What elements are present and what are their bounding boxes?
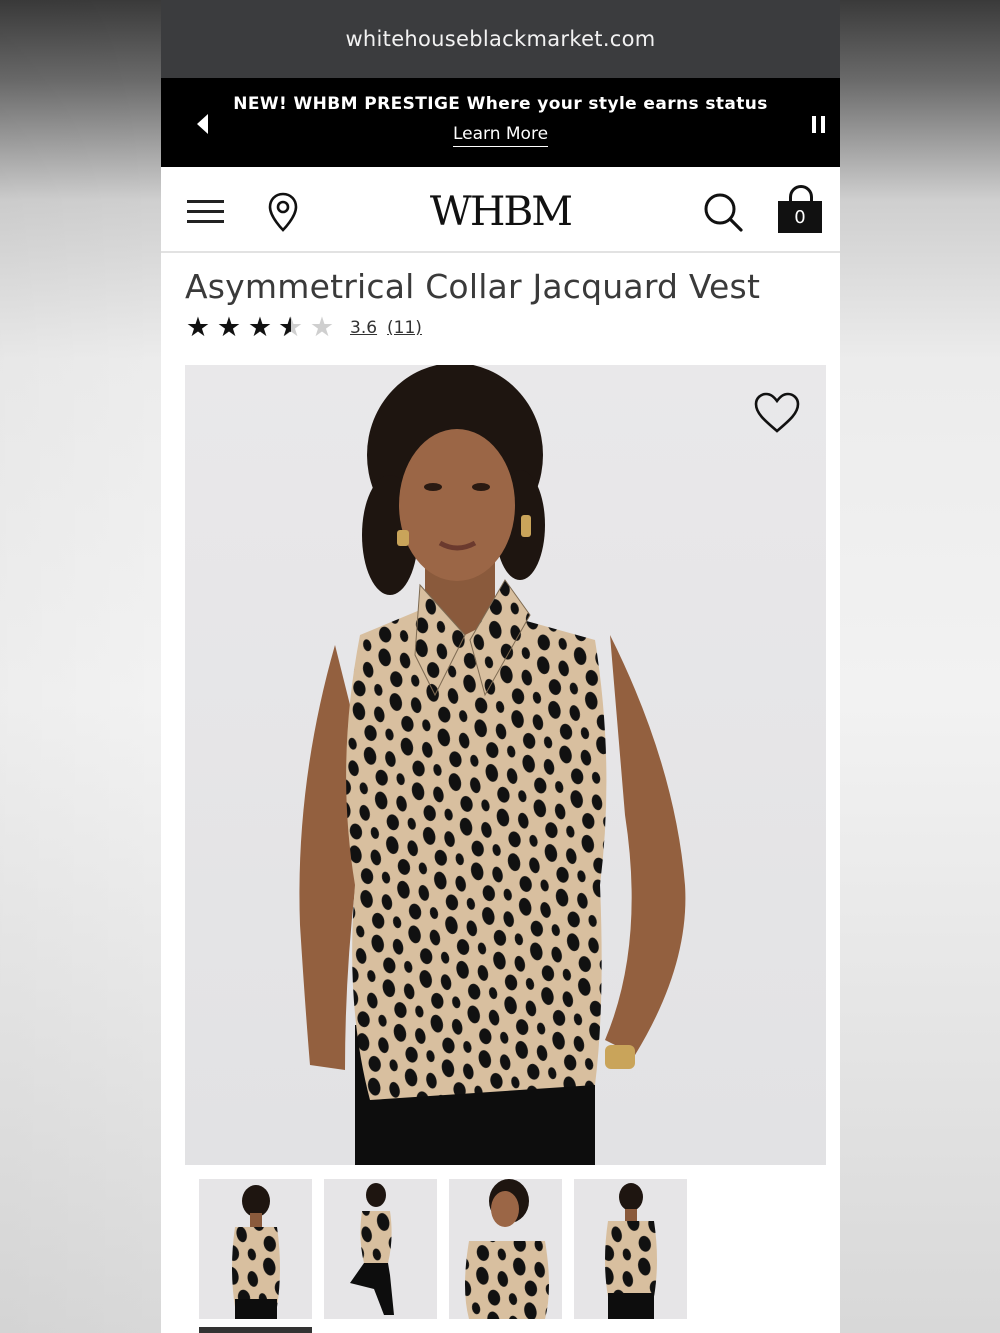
right-backdrop [840,0,1000,1333]
browser-url-bar[interactable]: whitehouseblackmarket.com [161,0,840,78]
shopping-bag-icon[interactable]: 0 [778,183,824,233]
active-thumbnail-indicator [199,1327,312,1333]
promo-banner: NEW! WHBM PRESTIGE Where your style earn… [161,78,840,167]
thumbnail-back[interactable] [574,1179,687,1319]
model-illustration [299,365,686,1165]
thumbnail-seated[interactable] [324,1179,437,1319]
mobile-viewport: whitehouseblackmarket.com NEW! WHBM PRES… [161,0,840,1333]
search-icon[interactable] [702,191,744,233]
rating-value[interactable]: 3.6 [350,318,377,338]
url-text: whitehouseblackmarket.com [345,27,656,51]
left-backdrop [0,0,161,1333]
star-icon: ★ [185,312,211,343]
product-title: Asymmetrical Collar Jacquard Vest [185,267,761,306]
thumbnail-front[interactable] [199,1179,312,1319]
star-icon: ★ [247,312,273,343]
pause-icon[interactable] [812,116,826,133]
learn-more-link[interactable]: Learn More [452,124,549,147]
site-header: WHBM 0 [161,167,840,253]
half-star-icon: ★ ★ [278,312,304,343]
product-rating[interactable]: ★ ★ ★ ★ ★ ★ 3.6 (11) [185,314,422,342]
cart-count: 0 [778,201,822,233]
product-main-image[interactable] [185,365,826,1165]
thumbnail-strip [199,1179,699,1319]
promo-message: NEW! WHBM PRESTIGE Where your style earn… [233,94,768,114]
wishlist-heart-icon[interactable] [754,392,800,434]
empty-star-icon: ★ [309,312,335,343]
star-icon: ★ [216,312,242,343]
review-count[interactable]: (11) [387,318,422,338]
thumbnail-closeup[interactable] [449,1179,562,1319]
